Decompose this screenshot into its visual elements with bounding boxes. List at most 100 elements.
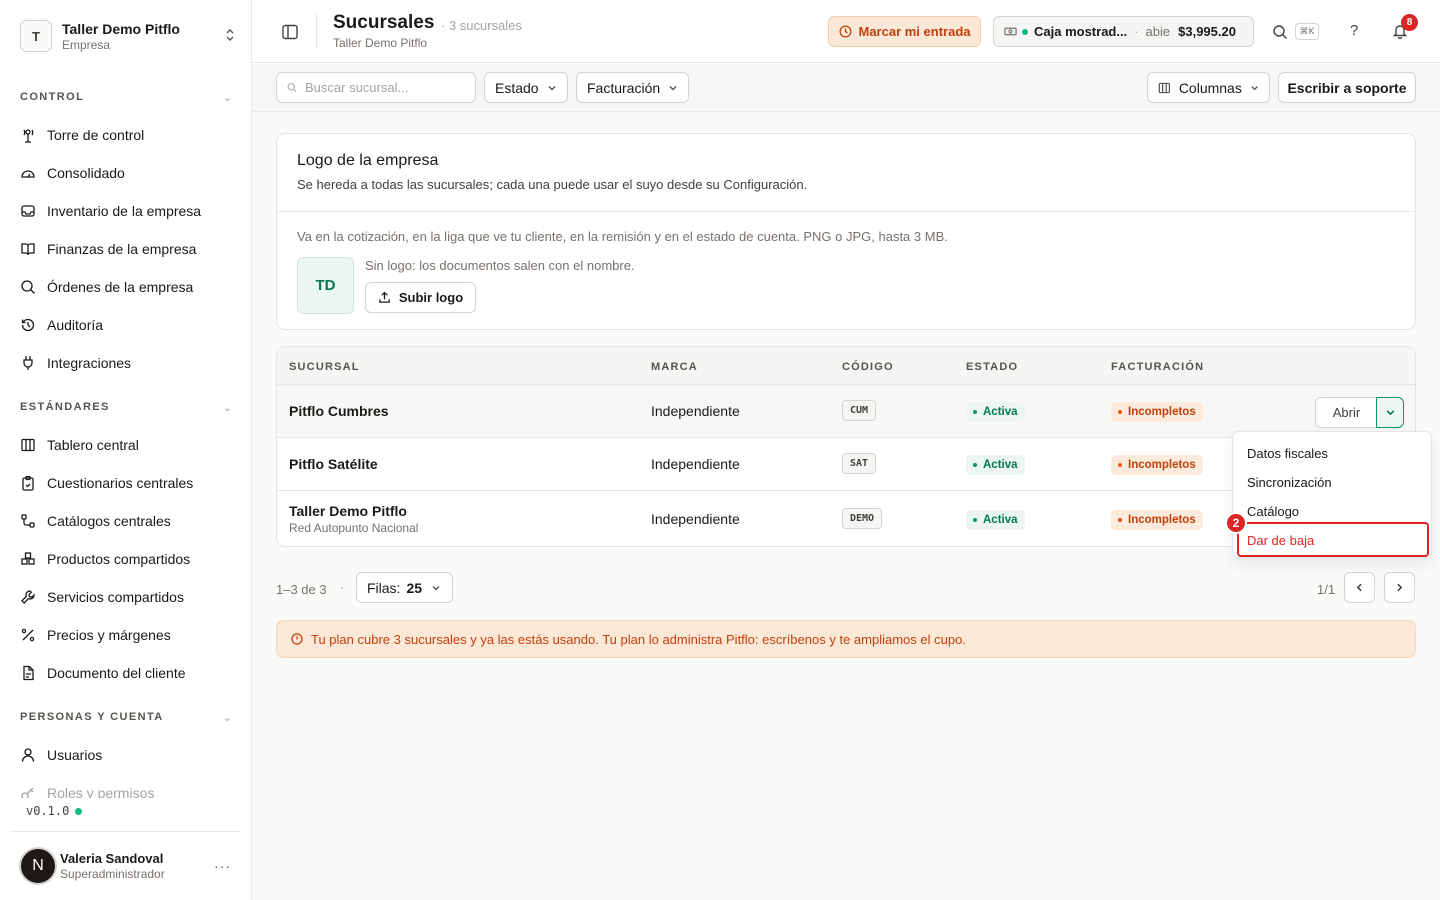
section-personas-header[interactable]: PERSONAS Y CUENTA ⌄ xyxy=(0,698,252,736)
company-switcher[interactable]: T Taller Demo Pitflo Empresa xyxy=(20,18,240,54)
upload-logo-button[interactable]: Subir logo xyxy=(365,282,476,313)
logo-card-description: Se hereda a todas las sucursales; cada u… xyxy=(297,177,808,192)
sidebar-item-torre[interactable]: Torre de control xyxy=(0,116,252,154)
chevron-down-icon: ⌄ xyxy=(222,91,232,104)
step-marker: 2 xyxy=(1225,512,1247,534)
punch-in-button[interactable]: Marcar mi entrada xyxy=(828,16,981,47)
columns-button[interactable]: Columnas xyxy=(1147,72,1270,103)
column-header-marca[interactable]: MARCA xyxy=(651,361,698,373)
branch-code: SAT xyxy=(842,453,877,474)
wrench-icon xyxy=(21,590,35,604)
billing-badge: Incompletos xyxy=(1111,455,1203,475)
nodes-icon xyxy=(21,514,35,528)
sidebar-toggle-icon[interactable] xyxy=(280,22,300,42)
menu-item-catalogo[interactable]: Catálogo xyxy=(1247,504,1299,519)
branch-network: Red Autopunto Nacional xyxy=(289,521,419,535)
sidebar-item-servicios[interactable]: Servicios compartidos xyxy=(0,578,252,616)
next-page-button[interactable] xyxy=(1384,572,1415,603)
plug-icon xyxy=(23,356,33,370)
sidebar-item-consolidado[interactable]: Consolidado xyxy=(0,154,252,192)
sidebar-item-documento[interactable]: Documento del cliente xyxy=(0,654,252,692)
upload-icon xyxy=(379,291,390,303)
user-role: Superadministrador xyxy=(60,867,165,881)
section-control-header[interactable]: CONTROL ⌄ xyxy=(0,78,252,116)
divider xyxy=(316,14,317,48)
table-header: SUCURSAL MARCA CÓDIGO ESTADO FACTURACIÓN xyxy=(277,347,1415,385)
branch-count: · 3 sucursales xyxy=(441,18,522,33)
avatar: N xyxy=(19,847,57,885)
chevron-down-icon: ⌄ xyxy=(222,711,232,724)
sidebar-item-tablero[interactable]: Tablero central xyxy=(0,426,252,464)
sidebar-item-roles[interactable]: Roles y permisos xyxy=(0,774,252,798)
company-name: Taller Demo Pitflo xyxy=(62,20,180,37)
row-actions-toggle[interactable] xyxy=(1376,397,1404,428)
logo-card-title: Logo de la empresa xyxy=(297,152,439,169)
company-type: Empresa xyxy=(62,37,111,52)
sidebar-item-usuarios[interactable]: Usuarios xyxy=(0,736,252,774)
app-version: v0.1.0 xyxy=(26,804,83,818)
menu-item-sincronizacion[interactable]: Sincronización xyxy=(1247,475,1332,490)
search-box xyxy=(276,72,476,103)
search-icon xyxy=(21,280,35,294)
column-header-facturacion[interactable]: FACTURACIÓN xyxy=(1111,361,1204,373)
sidebar-item-catalogos[interactable]: Catálogos centrales xyxy=(0,502,252,540)
sidebar-item-auditoria[interactable]: Auditoría xyxy=(0,306,252,344)
section-estandares-header[interactable]: ESTÁNDARES ⌄ xyxy=(0,388,252,426)
search-input[interactable] xyxy=(305,80,465,95)
cash-register-status: abie xyxy=(1145,24,1171,39)
contact-support-button[interactable]: Escribir a soporte xyxy=(1278,72,1416,103)
open-branch-button[interactable]: Abrir xyxy=(1315,397,1377,428)
alert-icon xyxy=(291,633,303,645)
status-badge: Activa xyxy=(966,455,1025,475)
menu-item-datos-fiscales[interactable]: Datos fiscales xyxy=(1247,446,1328,461)
topbar: Sucursales · 3 sucursales Taller Demo Pi… xyxy=(252,0,1440,63)
pagination: 1–3 de 3 · Filas: 25 1/1 xyxy=(276,572,1416,604)
key-icon xyxy=(21,787,34,798)
sidebar-item-finanzas[interactable]: Finanzas de la empresa xyxy=(0,230,252,268)
clipboard-icon xyxy=(22,475,34,491)
book-icon xyxy=(21,243,35,256)
sidebar-item-precios[interactable]: Precios y márgenes xyxy=(0,616,252,654)
sidebar: T Taller Demo Pitflo Empresa CONTROL ⌄ To… xyxy=(0,0,252,900)
sidebar-item-inventario[interactable]: Inventario de la empresa xyxy=(0,192,252,230)
column-header-sucursal[interactable]: SUCURSAL xyxy=(289,361,360,373)
status-dot xyxy=(75,807,83,815)
plan-limit-notice: Tu plan cubre 3 sucursales y ya las está… xyxy=(276,620,1416,658)
branch-name: Pitflo Satélite xyxy=(289,456,378,472)
cash-register-name: Caja mostrad... xyxy=(1034,24,1128,39)
sidebar-item-productos[interactable]: Productos compartidos xyxy=(0,540,252,578)
page-subtitle: Taller Demo Pitflo xyxy=(333,36,428,50)
sidebar-item-ordenes[interactable]: Órdenes de la empresa xyxy=(0,268,252,306)
sidebar-nav: CONTROL ⌄ Torre de control Consolidado In… xyxy=(0,78,252,798)
filter-bar: Estado Facturación Columnas Escribir a s… xyxy=(252,64,1440,112)
column-header-estado[interactable]: ESTADO xyxy=(966,361,1018,373)
more-icon[interactable]: ··· xyxy=(214,858,231,874)
help-icon[interactable]: ? xyxy=(1350,22,1358,39)
cash-register-button[interactable]: Caja mostrad... · abie $3,995.20 xyxy=(993,16,1254,47)
column-header-codigo[interactable]: CÓDIGO xyxy=(842,361,894,373)
pagination-info: 1–3 de 3 xyxy=(276,582,327,597)
highlight-box xyxy=(1237,522,1429,557)
page-title: Sucursales xyxy=(333,12,435,33)
chevron-down-icon: ⌄ xyxy=(222,401,232,414)
columns-icon xyxy=(1158,82,1171,93)
user-menu[interactable]: N Valeria Sandoval Superadministrador ··… xyxy=(10,831,240,900)
branch-name: Taller Demo Pitflo xyxy=(289,503,407,519)
sidebar-item-integraciones[interactable]: Integraciones xyxy=(0,344,252,382)
billing-badge: Incompletos xyxy=(1111,402,1203,422)
search-icon[interactable] xyxy=(1272,24,1288,40)
company-logo-card: Logo de la empresa Se hereda a todas las… xyxy=(276,133,1416,330)
sidebar-item-cuestionarios[interactable]: Cuestionarios centrales xyxy=(0,464,252,502)
chevron-down-icon xyxy=(1251,85,1258,90)
previous-page-button[interactable] xyxy=(1344,572,1375,603)
document-icon xyxy=(23,665,34,681)
billing-badge: Incompletos xyxy=(1111,510,1203,530)
branch-brand: Independiente xyxy=(651,456,740,472)
notification-badge: 8 xyxy=(1401,14,1418,31)
cash-icon xyxy=(1004,27,1017,36)
divider xyxy=(277,211,1415,212)
rows-per-page-select[interactable]: Filas: 25 xyxy=(356,572,453,603)
page-indicator: 1/1 xyxy=(1317,582,1336,597)
billing-filter[interactable]: Facturación xyxy=(576,72,690,103)
status-filter[interactable]: Estado xyxy=(484,72,568,103)
